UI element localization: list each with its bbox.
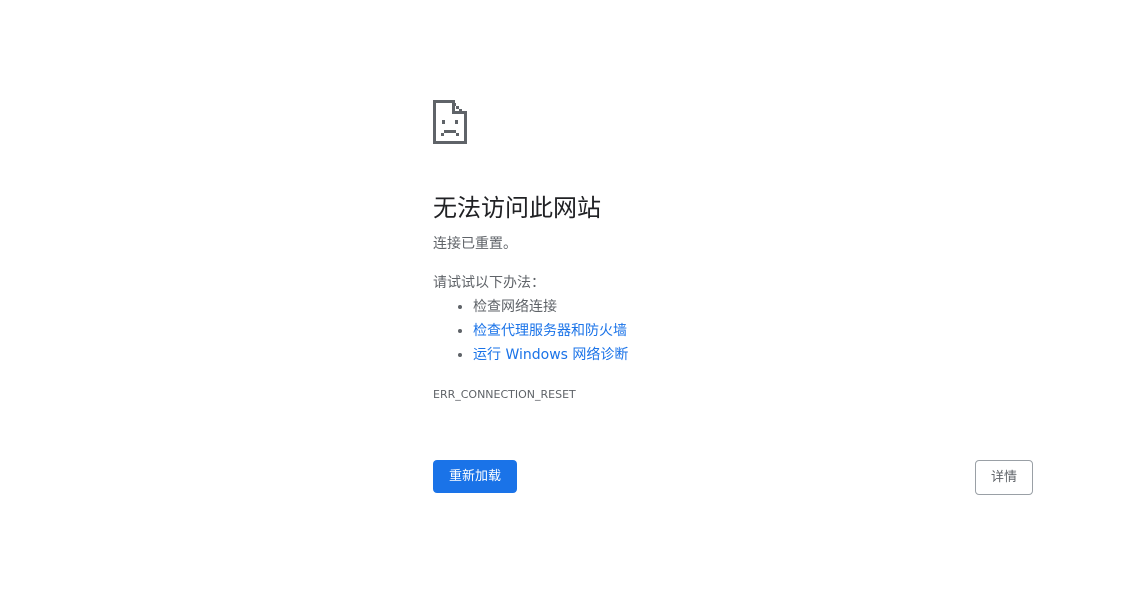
error-page: 无法访问此网站 连接已重置。 请试试以下办法： 检查网络连接 检查代理服务器和防… <box>0 0 1130 604</box>
error-title: 无法访问此网站 <box>433 194 601 222</box>
suggestion-check-proxy: 检查代理服务器和防火墙 <box>473 319 1033 343</box>
suggestions-list: 检查网络连接 检查代理服务器和防火墙 运行 Windows 网络诊断 <box>433 295 1033 367</box>
error-content: 无法访问此网站 连接已重置。 请试试以下办法： 检查网络连接 检查代理服务器和防… <box>433 100 1033 403</box>
suggestion-check-network: 检查网络连接 <box>473 295 1033 319</box>
details-button[interactable]: 详情 <box>974 460 1033 495</box>
reload-button[interactable]: 重新加载 <box>433 460 518 493</box>
suggestion-run-diagnostics: 运行 Windows 网络诊断 <box>473 343 1033 367</box>
run-diagnostics-link[interactable]: 运行 Windows 网络诊断 <box>473 347 628 363</box>
sad-page-icon <box>433 100 467 144</box>
error-subtitle: 连接已重置。 <box>433 236 517 252</box>
suggestion-text: 检查网络连接 <box>473 299 557 315</box>
check-proxy-link[interactable]: 检查代理服务器和防火墙 <box>473 323 627 339</box>
error-code: ERR_CONNECTION_RESET <box>433 388 576 401</box>
suggestions-heading: 请试试以下办法： <box>433 275 545 291</box>
button-row: 重新加载 详情 <box>433 460 1033 495</box>
